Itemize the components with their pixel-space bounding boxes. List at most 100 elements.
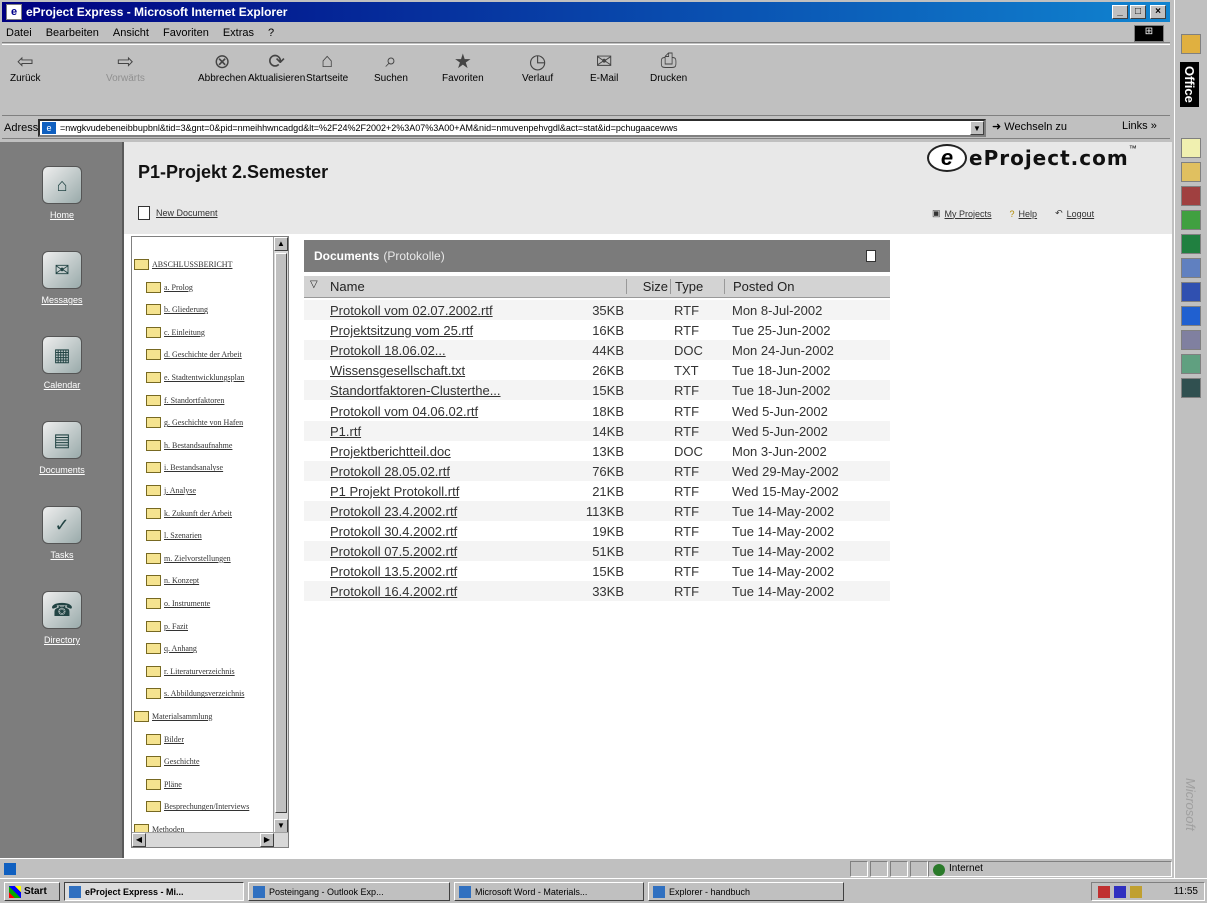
address-input[interactable]: e =nwgkvudebeneibbupbnl&tid=3&gnt=0&pid=…: [38, 119, 986, 137]
publisher-icon[interactable]: [1181, 210, 1201, 230]
document-name-link[interactable]: Protokoll vom 04.06.02.rtf: [330, 404, 478, 419]
menu-item-2[interactable]: Ansicht: [113, 27, 149, 39]
document-name-link[interactable]: Protokoll 13.5.2002.rtf: [330, 564, 457, 579]
table-row[interactable]: Protokoll 30.4.2002.rtf 19KB RTF Tue 14-May…: [304, 521, 890, 542]
menu-item-3[interactable]: Favoriten: [163, 27, 209, 39]
new-document-link[interactable]: New Document: [138, 206, 218, 220]
document-name-link[interactable]: Protokoll 30.4.2002.rtf: [330, 524, 457, 539]
start-button[interactable]: Start: [4, 882, 60, 901]
tree-folder[interactable]: o. Instrumente: [146, 598, 210, 609]
nav-item-directory[interactable]: ☎ Directory: [14, 591, 110, 645]
toolbar-stop-button[interactable]: ⊗ Abbrechen: [198, 49, 246, 99]
help-link[interactable]: Help: [1019, 209, 1038, 219]
toolbar-refresh-button[interactable]: ⟳ Aktualisieren: [248, 49, 305, 99]
taskbar-button[interactable]: Posteingang - Outlook Exp...: [248, 882, 450, 901]
table-row[interactable]: Projektsitzung vom 25.rtf 16KB RTF Tue 25-J…: [304, 320, 890, 341]
tree-folder[interactable]: ABSCHLUSSBERICHT: [134, 259, 232, 270]
scroll-down-button[interactable]: ▼: [274, 819, 288, 833]
tree-folder[interactable]: Bilder: [146, 733, 184, 745]
address-dropdown-button[interactable]: ▼: [970, 121, 984, 135]
table-row[interactable]: Protokoll vom 02.07.2002.rtf 35KB RTF Mon 8…: [304, 300, 890, 320]
taskbar-button[interactable]: eProject Express - Mi...: [64, 882, 244, 901]
nav-item-calendar[interactable]: ▦ Calendar: [14, 336, 110, 390]
volume-icon[interactable]: [1130, 886, 1142, 898]
document-name-link[interactable]: Protokoll 18.06.02...: [330, 343, 446, 358]
tree-folder[interactable]: c. Einleitung: [146, 326, 205, 338]
tree-folder[interactable]: d. Geschichte der Arbeit: [146, 349, 242, 361]
go-button[interactable]: ➜ Wechseln zu: [992, 120, 1067, 133]
tree-folder[interactable]: s. Abbildungsverzeichnis: [146, 688, 244, 700]
table-row[interactable]: Protokoll 18.06.02... 44KB DOC Mon 24-Jun-2…: [304, 340, 890, 361]
scroll-thumb[interactable]: [275, 253, 287, 813]
document-name-link[interactable]: Protokoll vom 02.07.2002.rtf: [330, 303, 493, 318]
table-row[interactable]: Protokoll vom 04.06.02.rtf 18KB RTF Wed 5-J…: [304, 400, 890, 421]
office-app-icon[interactable]: [1181, 34, 1201, 54]
note-icon[interactable]: [1181, 138, 1201, 158]
new-document-icon[interactable]: [866, 250, 876, 262]
document-name-link[interactable]: P1.rtf: [330, 424, 361, 439]
toolbar-search-button[interactable]: ⌕ Suchen: [374, 49, 408, 99]
document-name-link[interactable]: Projektsitzung vom 25.rtf: [330, 323, 473, 338]
toolbar-print-button[interactable]: ⎙ Drucken: [650, 49, 687, 99]
scroll-right-button[interactable]: ▶: [260, 833, 274, 847]
my-projects-link[interactable]: My Projects: [945, 209, 992, 219]
table-row[interactable]: Protokoll 16.4.2002.rtf 33KB RTF Tue 14-May…: [304, 581, 890, 602]
table-row[interactable]: Protokoll 28.05.02.rtf 76KB RTF Wed 29-May-…: [304, 460, 890, 481]
nav-item-home[interactable]: ⌂ Home: [14, 166, 110, 220]
tree-horizontal-scrollbar[interactable]: ◀ ▶: [132, 832, 288, 847]
tree-folder[interactable]: q. Anhang: [146, 643, 197, 655]
tree-folder[interactable]: j. Analyse: [146, 485, 196, 496]
word-icon[interactable]: [1181, 282, 1201, 302]
tree-folder[interactable]: a. Prolog: [146, 281, 193, 293]
toolbar-favorites-button[interactable]: ★ Favoriten: [442, 49, 484, 99]
tree-folder[interactable]: Pläne: [146, 778, 182, 790]
folder-icon[interactable]: [1181, 162, 1201, 182]
table-row[interactable]: Protokoll 07.5.2002.rtf 51KB RTF Tue 14-May…: [304, 541, 890, 562]
col-size[interactable]: Size: [626, 279, 668, 294]
links-button[interactable]: Links »: [1122, 120, 1157, 132]
tree-folder[interactable]: f. Standortfaktoren: [146, 394, 224, 406]
explorer-icon[interactable]: [1181, 378, 1201, 398]
tree-folder[interactable]: b. Gliederung: [146, 304, 208, 316]
tree-folder[interactable]: Materialsammlung: [134, 711, 212, 722]
menu-item-4[interactable]: Extras: [223, 27, 254, 39]
toolbar-mail-button[interactable]: ✉ E-Mail: [590, 49, 618, 99]
toolbar-back-button[interactable]: ⇦ Zurück: [10, 49, 41, 99]
frontpage-icon[interactable]: [1181, 330, 1201, 350]
filter-icon[interactable]: ▽: [310, 279, 318, 290]
taskbar-button[interactable]: Microsoft Word - Materials...: [454, 882, 644, 901]
table-row[interactable]: P1.rtf 14KB RTF Wed 5-Jun-2002: [304, 420, 890, 441]
document-name-link[interactable]: Protokoll 07.5.2002.rtf: [330, 544, 457, 559]
tree-folder[interactable]: i. Bestandsanalyse: [146, 462, 223, 474]
document-name-link[interactable]: Standortfaktoren-Clusterthe...: [330, 383, 501, 398]
tree-folder[interactable]: h. Bestandsaufnahme: [146, 439, 232, 451]
logout-link[interactable]: Logout: [1067, 209, 1095, 219]
table-row[interactable]: Projektberichtteil.doc 13KB DOC Mon 3-Jun-2…: [304, 440, 890, 461]
tray-icon[interactable]: [1114, 886, 1126, 898]
tree-folder[interactable]: r. Literaturverzeichnis: [146, 665, 235, 677]
table-row[interactable]: Protokoll 23.4.2002.rtf 113KB RTF Tue 14-Ma…: [304, 501, 890, 521]
col-type[interactable]: Type: [670, 279, 703, 294]
tree-folder[interactable]: Besprechungen/Interviews: [146, 801, 249, 813]
taskbar-button[interactable]: Explorer - handbuch: [648, 882, 844, 901]
excel-icon[interactable]: [1181, 234, 1201, 254]
menu-item-5[interactable]: ?: [268, 27, 274, 39]
tree-folder[interactable]: e. Stadtentwicklungsplan: [146, 372, 244, 383]
document-name-link[interactable]: Projektberichtteil.doc: [330, 444, 451, 459]
document-name-link[interactable]: P1 Projekt Protokoll.rtf: [330, 484, 459, 499]
document-name-link[interactable]: Protokoll 16.4.2002.rtf: [330, 584, 457, 599]
document-name-link[interactable]: Protokoll 28.05.02.rtf: [330, 464, 450, 479]
title-bar[interactable]: e eProject Express - Microsoft Internet …: [2, 2, 1170, 22]
menu-item-1[interactable]: Bearbeiten: [46, 27, 99, 39]
minimize-button[interactable]: _: [1112, 5, 1128, 19]
powerpoint-icon[interactable]: [1181, 354, 1201, 374]
menu-item-0[interactable]: Datei: [6, 27, 32, 39]
tree-folder[interactable]: m. Zielvorstellungen: [146, 552, 231, 564]
document-name-link[interactable]: Protokoll 23.4.2002.rtf: [330, 504, 457, 519]
tree-folder[interactable]: Geschichte: [146, 756, 200, 768]
table-row[interactable]: Standortfaktoren-Clusterthe... 15KB RTF Tue…: [304, 380, 890, 401]
table-row[interactable]: P1 Projekt Protokoll.rtf 21KB RTF Wed 15-Ma…: [304, 480, 890, 501]
tree-folder[interactable]: k. Zukunft der Arbeit: [146, 507, 232, 519]
outlook-icon[interactable]: [1181, 258, 1201, 278]
tray-icon[interactable]: [1098, 886, 1110, 898]
